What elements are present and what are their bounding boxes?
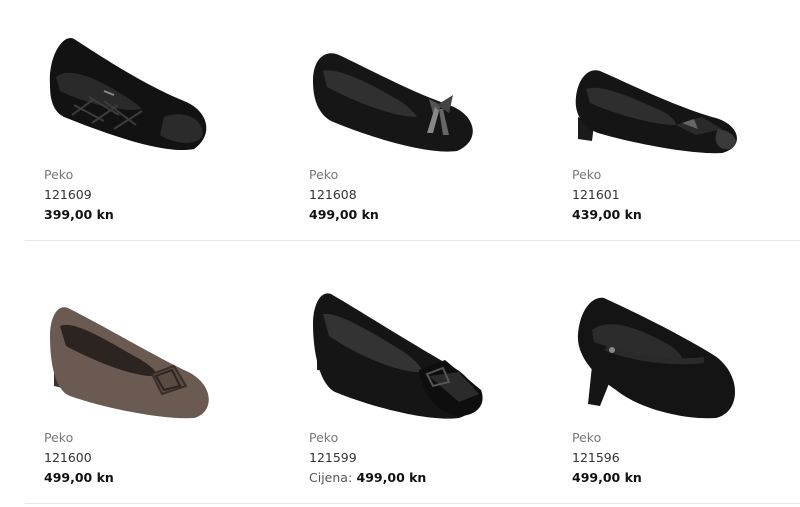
price-value: 439,00 kn [572, 207, 642, 222]
product-code[interactable]: 121599 [309, 448, 426, 468]
product-brand[interactable]: Peko [309, 165, 379, 185]
product-brand[interactable]: Peko [572, 165, 642, 185]
product-code[interactable]: 121596 [572, 448, 642, 468]
black-mary-jane-heel-icon[interactable] [572, 290, 792, 440]
product-code[interactable]: 121600 [44, 448, 114, 468]
product-code[interactable]: 121601 [572, 185, 642, 205]
price-value: 499,00 kn [572, 470, 642, 485]
product-code[interactable]: 121608 [309, 185, 379, 205]
price-value: 499,00 kn [309, 207, 379, 222]
row-divider [25, 503, 800, 504]
product-price: 439,00 kn [572, 205, 642, 225]
product-brand[interactable]: Peko [44, 165, 114, 185]
brown-buckle-pump-icon[interactable] [44, 290, 264, 440]
product-brand[interactable]: Peko [572, 428, 642, 448]
product-grid: Peko 121609 399,00 kn Peko 121608 499,00… [0, 0, 800, 507]
black-low-heel-pump-icon[interactable] [572, 25, 792, 175]
product-brand[interactable]: Peko [309, 428, 426, 448]
product-price: 499,00 kn [44, 468, 114, 488]
price-label: Cijena: [309, 470, 353, 485]
row-divider [25, 240, 800, 241]
product-price: 499,00 kn [572, 468, 642, 488]
product-price: 399,00 kn [44, 205, 114, 225]
price-value: 499,00 kn [356, 470, 427, 485]
price-value: 399,00 kn [44, 207, 114, 222]
product-code[interactable]: 121609 [44, 185, 114, 205]
price-value: 499,00 kn [44, 470, 114, 485]
product-price: Cijena: 499,00 kn [309, 468, 426, 488]
black-patent-toe-pump-icon[interactable] [309, 290, 529, 440]
product-price: 499,00 kn [309, 205, 379, 225]
product-brand[interactable]: Peko [44, 428, 114, 448]
black-quilted-ballet-flat-icon[interactable] [44, 25, 264, 175]
black-suede-bow-flat-icon[interactable] [309, 25, 529, 175]
